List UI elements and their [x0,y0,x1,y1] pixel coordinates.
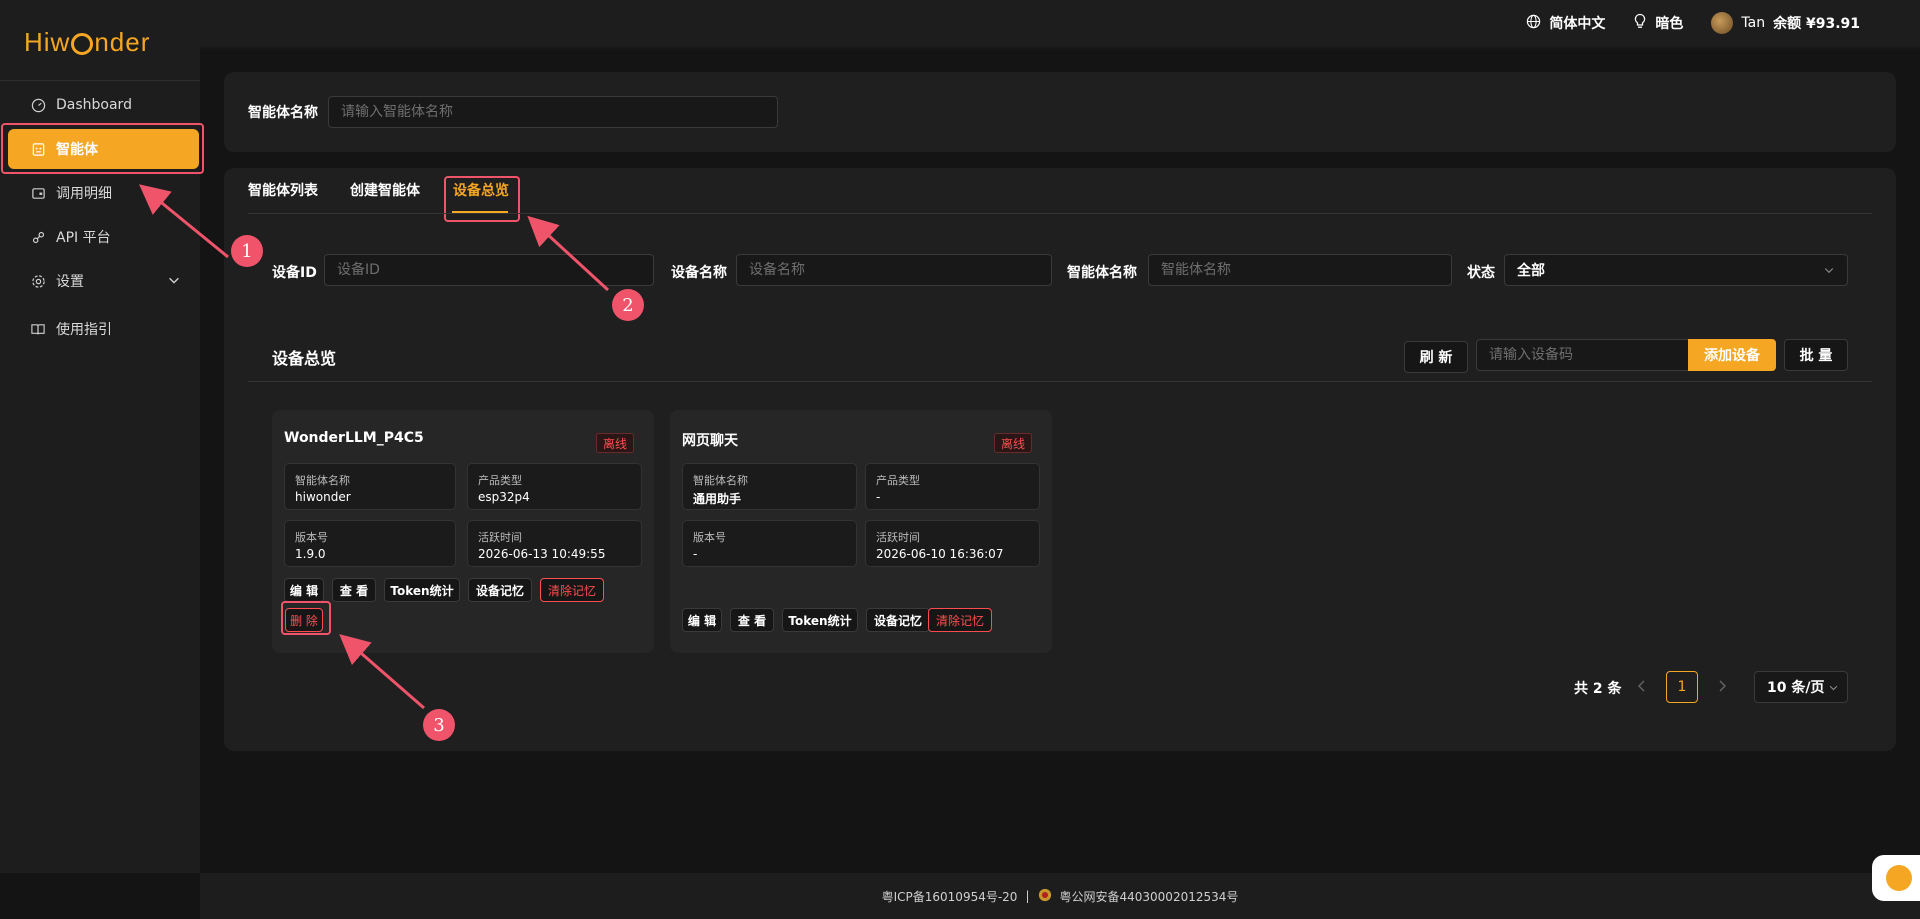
police-badge-icon [1038,888,1052,905]
annotation-arrows [139,184,610,710]
arrow-2 [527,215,610,292]
arrow-3 [339,634,425,710]
chat-icon [1886,865,1912,891]
callout-badge-2: 2 [612,289,644,321]
callout-badge-3: 3 [423,709,455,741]
footer: 粤ICP备16010954号-20 | 粤公网安备44030002012534号 [200,873,1920,919]
icp-link[interactable]: 粤ICP备16010954号-20 [882,888,1018,905]
police-record-link[interactable]: 粤公网安备44030002012534号 [1060,888,1239,905]
chat-button[interactable] [1872,855,1920,901]
arrow-1 [139,184,229,259]
footer-separator: | [1025,889,1030,903]
callout-badge-1: 1 [231,235,263,267]
